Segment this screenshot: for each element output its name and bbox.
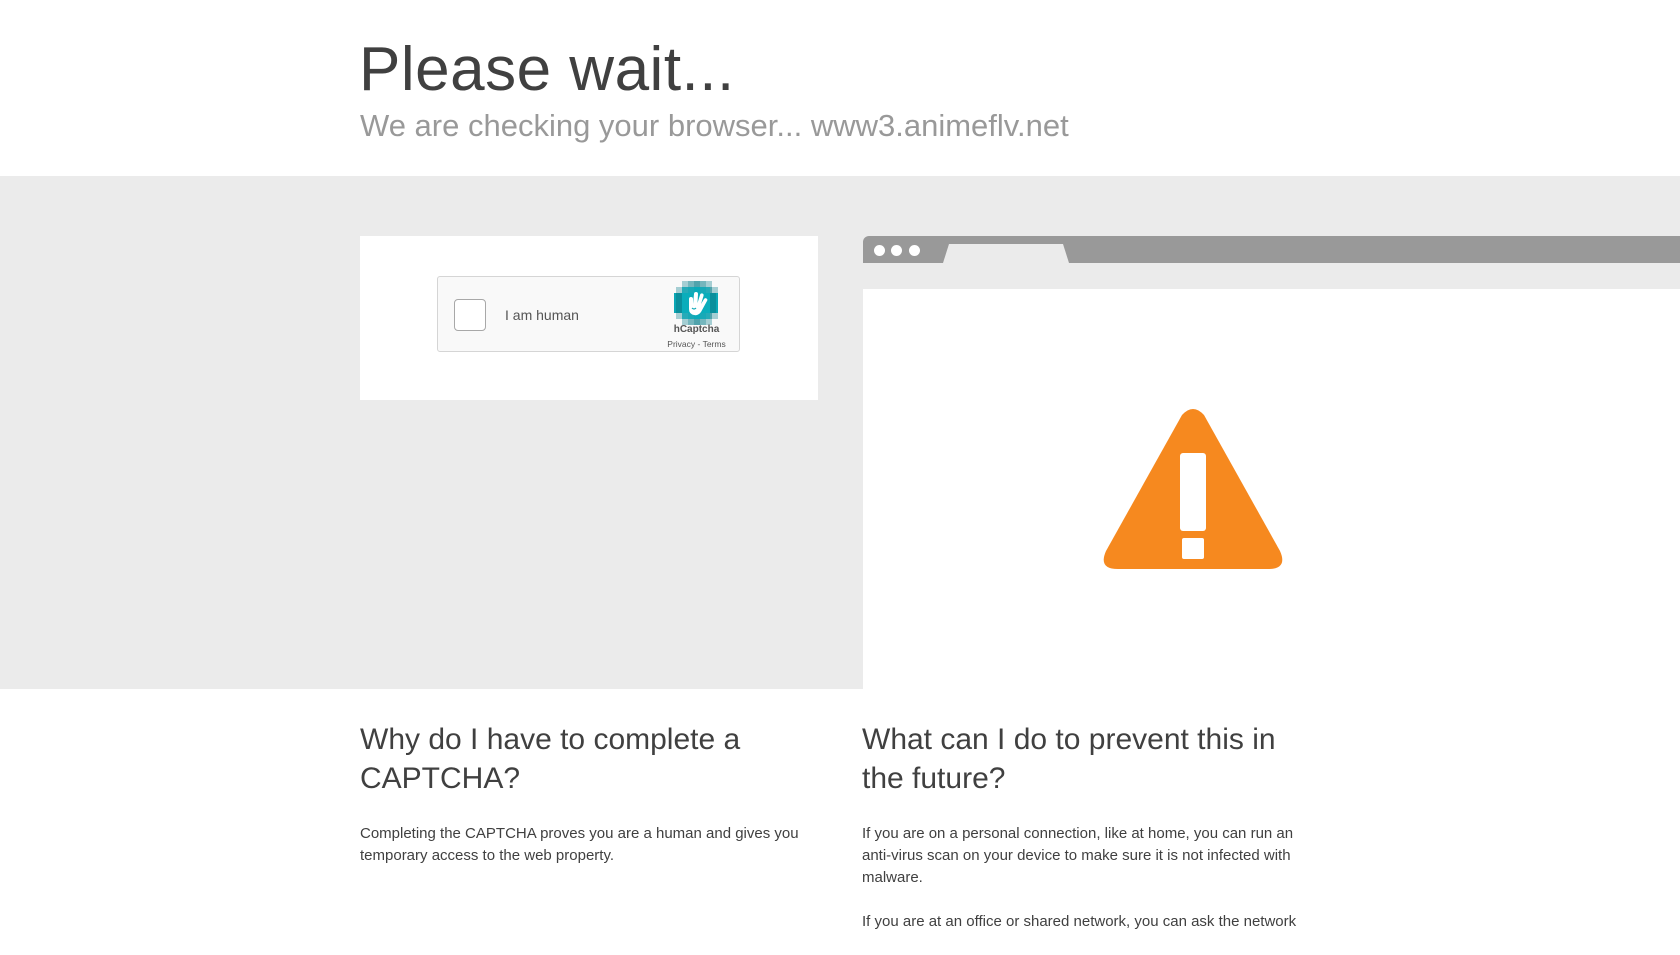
- page-header: Please wait... We are checking your brow…: [0, 0, 1680, 176]
- page-subtitle: We are checking your browser... www3.ani…: [360, 108, 1069, 143]
- privacy-link[interactable]: Privacy: [667, 339, 695, 349]
- window-dot-icon: [891, 245, 902, 256]
- hcaptcha-hand-icon: [674, 281, 718, 325]
- prevent-text-personal: If you are on a personal connection, lik…: [862, 825, 1294, 886]
- warning-triangle-icon: [1103, 409, 1283, 569]
- hcaptcha-brand: hCaptcha: [673, 324, 720, 335]
- captcha-card: I am human hCaptcha Privacy - Terms: [360, 236, 818, 400]
- window-dot-icon: [909, 245, 920, 256]
- page-title: Please wait...: [359, 35, 735, 104]
- prevent-heading: What can I do to prevent this in the fut…: [862, 723, 1276, 795]
- hcaptcha-widget: I am human hCaptcha Privacy - Terms: [437, 276, 740, 352]
- terms-link[interactable]: Terms: [703, 339, 726, 349]
- prevent-text-office: If you are at an office or shared networ…: [862, 913, 1297, 930]
- hcaptcha-links: Privacy - Terms: [650, 338, 743, 350]
- why-captcha-text: Completing the CAPTCHA proves you are a …: [360, 825, 799, 864]
- window-dot-icon: [874, 245, 885, 256]
- browser-illustration-toolbar: [863, 263, 1680, 289]
- browser-illustration-tab: [943, 244, 1069, 263]
- checkbox-label[interactable]: I am human: [505, 305, 579, 325]
- link-separator: -: [695, 339, 703, 349]
- why-captcha-section: Why do I have to complete a CAPTCHA? Com…: [360, 720, 810, 889]
- prevent-section: What can I do to prevent this in the fut…: [862, 720, 1317, 955]
- why-captcha-heading: Why do I have to complete a CAPTCHA?: [360, 723, 741, 795]
- human-checkbox[interactable]: [454, 299, 486, 331]
